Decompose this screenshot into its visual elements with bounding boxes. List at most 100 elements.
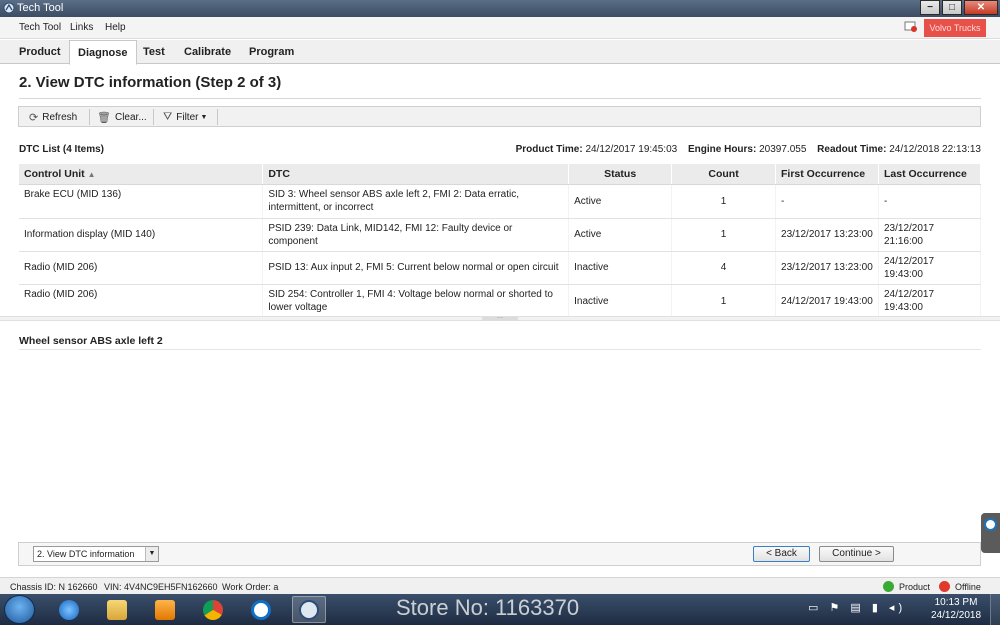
chrome-taskbar-icon[interactable] xyxy=(196,596,230,623)
table-row[interactable]: Radio (MID 206) PSID 13: Aux input 2, FM… xyxy=(19,251,982,285)
tab-calibrate[interactable]: Calibrate xyxy=(176,40,239,64)
refresh-button[interactable]: ⟳ Refresh xyxy=(29,110,77,124)
tab-product[interactable]: Product xyxy=(11,40,69,64)
refresh-icon: ⟳ xyxy=(29,111,39,124)
clear-label: Clear... xyxy=(114,111,147,123)
product-time-value: 24/12/2017 19:45:03 xyxy=(585,144,678,155)
cell-last-occurrence: - xyxy=(878,184,982,219)
app-icon xyxy=(3,2,15,14)
continue-button[interactable]: Continue > xyxy=(819,546,894,562)
window-titlebar: Tech Tool − □ ✕ xyxy=(0,0,1000,17)
close-button[interactable]: ✕ xyxy=(964,0,998,15)
teamviewer-taskbar-icon[interactable] xyxy=(244,596,278,623)
column-header-status[interactable]: Status xyxy=(568,164,673,185)
tech-tool-taskbar-icon[interactable] xyxy=(292,596,326,623)
table-row[interactable]: Information display (MID 140) PSID 239: … xyxy=(19,218,982,252)
trash-icon: 🗑 xyxy=(97,111,111,124)
column-header-control-unit[interactable]: Control Unit ▲ xyxy=(19,164,264,185)
cell-first-occurrence: 23/12/2017 13:23:00 xyxy=(775,218,879,252)
readout-meta: Product Time: 24/12/2017 19:45:03 Engine… xyxy=(516,144,981,155)
clock-time: 10:13 PM xyxy=(934,597,978,608)
chevron-down-icon: ▼ xyxy=(145,547,158,561)
filter-label: Filter xyxy=(176,111,199,123)
tab-diagnose[interactable]: Diagnose xyxy=(69,40,137,65)
status-bar: Chassis ID: N 162660 VIN: 4V4NC9EH5FN162… xyxy=(0,577,1000,594)
menu-help[interactable]: Help xyxy=(105,22,126,33)
dtc-list-title: DTC List (4 Items) xyxy=(19,144,105,155)
product-status: Product xyxy=(899,582,931,592)
column-header-last-occurrence[interactable]: Last Occurrence xyxy=(878,164,982,185)
cell-count: 1 xyxy=(671,218,777,252)
show-desktop-button[interactable] xyxy=(990,594,1000,625)
clear-button[interactable]: 🗑 Clear... xyxy=(97,110,147,124)
window-title: Tech Tool xyxy=(17,2,64,14)
remote-support-icon xyxy=(984,518,997,531)
step-select[interactable]: 2. View DTC information ▼ xyxy=(33,546,159,562)
readout-time-label: Readout Time: xyxy=(817,144,887,155)
chassis-id: Chassis ID: N 162660 xyxy=(10,582,98,592)
step-navigation-bar: 2. View DTC information ▼ < Back Continu… xyxy=(18,542,981,566)
cell-control-unit: Radio (MID 206) xyxy=(19,251,264,285)
toolbar-separator xyxy=(153,109,154,125)
notification-icon[interactable] xyxy=(904,21,918,33)
menu-tech-tool[interactable]: Tech Tool xyxy=(19,22,61,33)
pane-splitter[interactable]: ··· xyxy=(0,315,1000,321)
file-explorer-taskbar-icon[interactable] xyxy=(100,596,134,623)
clock[interactable]: 10:13 PM 24/12/2018 xyxy=(928,596,984,622)
cell-first-occurrence: 24/12/2017 19:43:00 xyxy=(775,284,879,319)
minimize-button[interactable]: − xyxy=(920,0,940,15)
cell-dtc: PSID 239: Data Link, MID142, FMI 12: Fau… xyxy=(262,218,570,252)
work-order: Work Order: a xyxy=(222,582,279,592)
refresh-label: Refresh xyxy=(42,111,78,123)
cell-count: 1 xyxy=(671,284,777,319)
main-tabs: Product Diagnose Test Calibrate Program xyxy=(0,40,1000,65)
tab-program[interactable]: Program xyxy=(241,40,302,64)
column-header-label: Control Unit xyxy=(24,167,85,180)
engine-hours-value: 20397.055 xyxy=(759,144,807,155)
filter-button[interactable]: ⛛ Filter ▼ xyxy=(163,110,207,124)
remote-support-tab[interactable] xyxy=(981,513,1000,553)
vin: VIN: 4V4NC9EH5FN162660 xyxy=(104,582,218,592)
page-title: 2. View DTC information (Step 2 of 3) xyxy=(19,74,282,91)
back-button[interactable]: < Back xyxy=(753,546,810,562)
cell-dtc: PSID 13: Aux input 2, FMI 5: Current bel… xyxy=(262,251,570,285)
cell-count: 4 xyxy=(671,251,777,285)
column-header-dtc[interactable]: DTC xyxy=(262,164,570,185)
cell-control-unit: Radio (MID 206) xyxy=(19,284,264,319)
cell-control-unit: Brake ECU (MID 136) xyxy=(19,184,264,219)
menu-bar: Tech Tool Links Help xyxy=(0,17,1000,39)
cell-last-occurrence: 24/12/2017 19:43:00 xyxy=(878,251,982,285)
splitter-grip[interactable]: ··· xyxy=(482,315,518,321)
cell-last-occurrence: 24/12/2017 19:43:00 xyxy=(878,284,982,319)
offline-status: Offline xyxy=(955,582,981,592)
detail-divider xyxy=(19,349,981,350)
product-time-label: Product Time: xyxy=(515,144,583,155)
internet-explorer-taskbar-icon[interactable] xyxy=(52,596,86,623)
system-tray-icons[interactable]: ▭ ⚑ ▤ ▮ ◂) xyxy=(808,601,906,614)
dtc-list-header: DTC List (4 Items) Product Time: 24/12/2… xyxy=(19,144,981,158)
engine-hours-label: Engine Hours: xyxy=(687,144,757,155)
dtc-toolbar: ⟳ Refresh 🗑 Clear... ⛛ Filter ▼ xyxy=(18,106,981,127)
sort-ascending-icon: ▲ xyxy=(87,169,96,179)
cell-dtc: SID 3: Wheel sensor ABS axle left 2, FMI… xyxy=(262,184,570,219)
detail-title: Wheel sensor ABS axle left 2 xyxy=(19,335,163,347)
step-select-value: 2. View DTC information xyxy=(37,549,135,559)
cell-status: Inactive xyxy=(568,284,673,319)
tab-test[interactable]: Test xyxy=(135,40,173,64)
filter-icon: ⛛ xyxy=(163,110,173,123)
cell-dtc: SID 254: Controller 1, FMI 4: Voltage be… xyxy=(262,284,570,319)
column-header-count[interactable]: Count xyxy=(671,164,777,185)
table-row[interactable]: Brake ECU (MID 136) SID 3: Wheel sensor … xyxy=(19,184,982,219)
menu-links[interactable]: Links xyxy=(70,22,93,33)
offline-icon xyxy=(939,581,950,592)
maximize-button[interactable]: □ xyxy=(942,0,962,15)
column-header-first-occurrence[interactable]: First Occurrence xyxy=(775,164,879,185)
start-button[interactable] xyxy=(4,595,35,624)
cell-status: Active xyxy=(568,218,673,252)
media-player-taskbar-icon[interactable] xyxy=(148,596,182,623)
cell-first-occurrence: - xyxy=(775,184,879,219)
table-row[interactable]: Radio (MID 206) SID 254: Controller 1, F… xyxy=(19,284,982,319)
chevron-down-icon: ▼ xyxy=(200,113,208,121)
clock-date: 24/12/2018 xyxy=(930,610,982,621)
table-header-row: Control Unit ▲ DTC Status Count First Oc… xyxy=(19,164,982,185)
